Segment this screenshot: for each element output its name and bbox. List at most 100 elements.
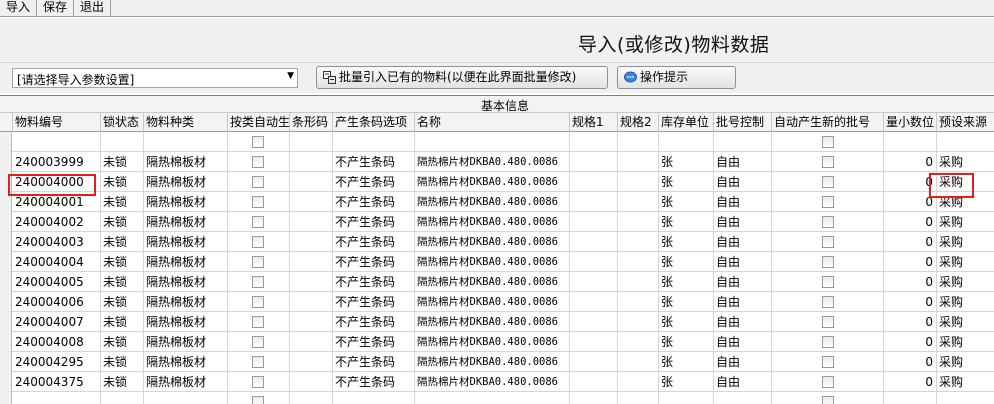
menu-import[interactable]: 导入 [0, 0, 38, 16]
cell-kind[interactable]: 隔热棉板材 [144, 172, 228, 192]
cell-decimals[interactable]: 0 [884, 252, 937, 272]
checkbox[interactable] [252, 356, 264, 368]
cell-kind[interactable]: 隔热棉板材 [144, 332, 228, 352]
cell-batch-control[interactable]: 自由 [714, 332, 772, 352]
checkbox[interactable] [252, 276, 264, 288]
cell-code[interactable]: 240003999 [13, 152, 101, 172]
cell-kind[interactable]: 隔热棉板材 [144, 152, 228, 172]
cell-source[interactable]: 采购 [937, 152, 994, 172]
cell-spec1[interactable] [570, 312, 618, 332]
checkbox[interactable] [252, 216, 264, 228]
cell-barcode[interactable] [290, 292, 333, 312]
checkbox[interactable] [822, 156, 834, 168]
cell-source[interactable]: 采购 [937, 312, 994, 332]
cell-batch-control[interactable]: 自由 [714, 372, 772, 392]
cell-spec1[interactable] [570, 372, 618, 392]
cell-spec2[interactable] [618, 372, 659, 392]
cell-lock[interactable] [101, 392, 144, 404]
cell-code[interactable] [13, 392, 101, 404]
col-header-decimals[interactable]: 量小数位 [884, 113, 937, 132]
checkbox[interactable] [822, 356, 834, 368]
checkbox[interactable] [822, 296, 834, 308]
cell-code[interactable]: 240004006 [13, 292, 101, 312]
filter-row[interactable] [0, 132, 994, 152]
table-row[interactable]: 240004001 未锁 隔热棉板材 不产生条码 隔热棉片材DKBA0.480.0086… [0, 192, 994, 212]
cell-unit[interactable]: 张 [659, 352, 714, 372]
filter-cell[interactable] [13, 132, 101, 152]
cell-auto-batch[interactable] [772, 252, 884, 272]
filter-cell[interactable] [570, 132, 618, 152]
cell-spec2[interactable] [618, 332, 659, 352]
row-indicator[interactable] [0, 352, 12, 372]
cell-name[interactable]: 隔热棉片材DKBA0.480.0086 [415, 212, 570, 232]
filter-cell[interactable] [415, 132, 570, 152]
cell-name[interactable]: 隔热棉片材DKBA0.480.0086 [415, 312, 570, 332]
cell-batch-control[interactable]: 自由 [714, 212, 772, 232]
filter-cell[interactable] [144, 132, 228, 152]
cell-barcode-option[interactable]: 不产生条码 [333, 352, 415, 372]
cell-kind[interactable]: 隔热棉板材 [144, 352, 228, 372]
filter-cell[interactable] [228, 132, 290, 152]
checkbox[interactable] [252, 156, 264, 168]
row-indicator[interactable] [0, 392, 12, 404]
col-header-lock[interactable]: 锁状态 [101, 113, 144, 132]
cell-lock[interactable]: 未锁 [101, 352, 144, 372]
col-header-barcode[interactable]: 条形码 [290, 113, 333, 132]
cell-kind[interactable]: 隔热棉板材 [144, 372, 228, 392]
cell-code[interactable]: 240004375 [13, 372, 101, 392]
cell-name[interactable]: 隔热棉片材DKBA0.480.0086 [415, 332, 570, 352]
cell-auto-batch[interactable] [772, 212, 884, 232]
table-row[interactable]: 240004295 未锁 隔热棉板材 不产生条码 隔热棉片材DKBA0.480.0086… [0, 352, 994, 372]
cell-name[interactable]: 隔热棉片材DKBA0.480.0086 [415, 152, 570, 172]
cell-lock[interactable]: 未锁 [101, 252, 144, 272]
cell-name[interactable]: 隔热棉片材DKBA0.480.0086 [415, 172, 570, 192]
cell-decimals[interactable]: 0 [884, 292, 937, 312]
checkbox[interactable] [252, 396, 264, 404]
cell-spec1[interactable] [570, 332, 618, 352]
row-indicator[interactable] [0, 232, 12, 252]
filter-cell[interactable] [937, 132, 994, 152]
checkbox[interactable] [822, 196, 834, 208]
checkbox[interactable] [252, 336, 264, 348]
row-indicator[interactable] [0, 292, 12, 312]
cell-source[interactable]: 采购 [937, 212, 994, 232]
checkbox[interactable] [822, 396, 834, 404]
row-indicator[interactable] [0, 332, 12, 352]
cell-kind[interactable]: 隔热棉板材 [144, 192, 228, 212]
cell-barcode[interactable] [290, 192, 333, 212]
col-header-batch-control[interactable]: 批号控制 [714, 113, 772, 132]
col-header-unit[interactable]: 库存单位 [659, 113, 714, 132]
cell-spec1[interactable] [570, 192, 618, 212]
filter-cell[interactable] [101, 132, 144, 152]
cell-barcode[interactable] [290, 392, 333, 404]
table-row[interactable]: 240004375 未锁 隔热棉板材 不产生条码 隔热棉片材DKBA0.480.0086… [0, 372, 994, 392]
filter-cell[interactable] [659, 132, 714, 152]
table-row[interactable]: 240004006 未锁 隔热棉板材 不产生条码 隔热棉片材DKBA0.480.0086… [0, 292, 994, 312]
cell-decimals[interactable]: 0 [884, 332, 937, 352]
checkbox[interactable] [252, 176, 264, 188]
material-grid[interactable]: 基本信息 物料编号 锁状态 物料种类 按类自动生 条形码 产生条码选项 名称 规… [0, 95, 994, 404]
checkbox[interactable] [252, 236, 264, 248]
col-header-barcode-option[interactable]: 产生条码选项 [333, 113, 415, 132]
cell-code[interactable]: 240004004 [13, 252, 101, 272]
cell-auto-gen[interactable] [228, 352, 290, 372]
row-indicator[interactable] [0, 212, 12, 232]
cell-spec1[interactable] [570, 172, 618, 192]
cell-unit[interactable]: 张 [659, 212, 714, 232]
cell-unit[interactable]: 张 [659, 252, 714, 272]
cell-barcode-option[interactable]: 不产生条码 [333, 272, 415, 292]
filter-cell[interactable] [333, 132, 415, 152]
filter-cell[interactable] [618, 132, 659, 152]
cell-decimals[interactable]: 0 [884, 272, 937, 292]
cell-barcode[interactable] [290, 352, 333, 372]
checkbox[interactable] [822, 176, 834, 188]
cell-name[interactable]: 隔热棉片材DKBA0.480.0086 [415, 352, 570, 372]
cell-barcode-option[interactable]: 不产生条码 [333, 232, 415, 252]
filter-cell[interactable] [772, 132, 884, 152]
checkbox[interactable] [822, 136, 834, 148]
cell-auto-gen[interactable] [228, 272, 290, 292]
cell-kind[interactable] [144, 392, 228, 404]
cell-batch-control[interactable]: 自由 [714, 292, 772, 312]
cell-barcode[interactable] [290, 212, 333, 232]
cell-unit[interactable]: 张 [659, 292, 714, 312]
